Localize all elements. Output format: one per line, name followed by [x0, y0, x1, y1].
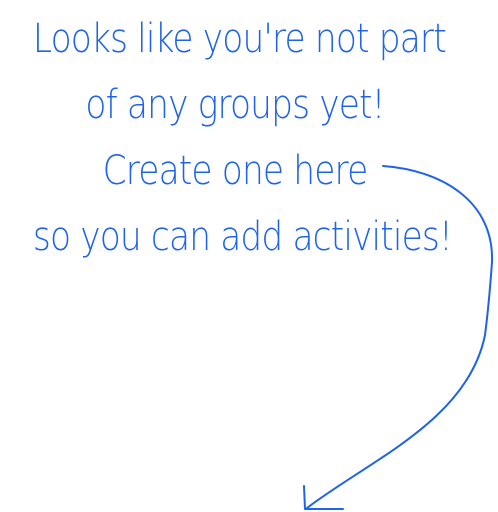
- curved-arrow-down-left-icon: [303, 165, 494, 510]
- empty-groups-state: Looks like you're not part of any groups…: [0, 0, 498, 512]
- arrow-shaft: [306, 165, 494, 509]
